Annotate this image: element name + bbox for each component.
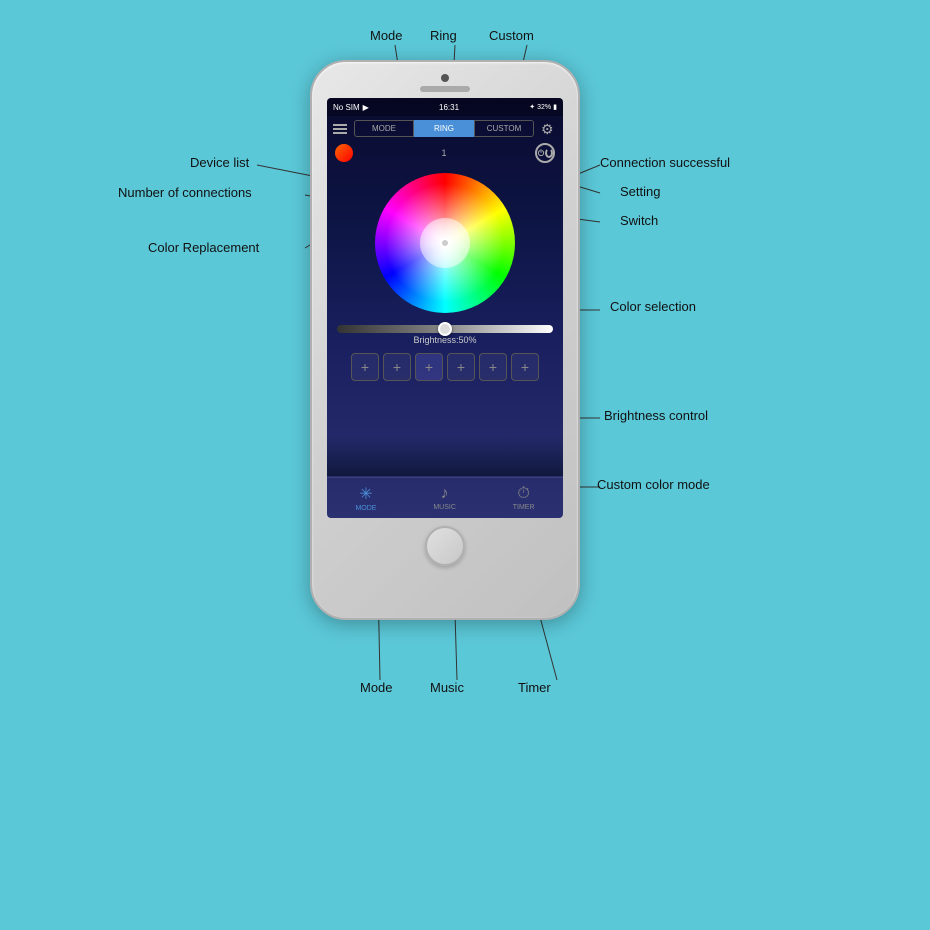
label-mode-bottom: Mode	[360, 680, 393, 695]
gear-icon[interactable]: ⚙	[541, 121, 557, 137]
tab-custom[interactable]: CUSTOM	[474, 120, 534, 137]
status-right: ✦ 32% ▮	[529, 103, 557, 111]
bottom-nav-mode[interactable]: ✳ MODE	[355, 484, 376, 512]
custom-color-btn-3[interactable]: +	[415, 353, 443, 381]
color-wheel[interactable]	[375, 173, 515, 313]
timer-nav-label: TIMER	[513, 504, 535, 511]
music-nav-icon: ♪	[441, 485, 449, 503]
status-left: No SIM ▶	[333, 103, 369, 112]
bottom-nav-timer[interactable]: ⏱ TIMER	[513, 485, 535, 511]
color-row: 1	[327, 141, 563, 165]
music-nav-label: MUSIC	[433, 504, 456, 511]
battery-icon: ▮	[553, 103, 557, 111]
slider-thumb	[438, 322, 452, 336]
phone-top	[312, 62, 578, 98]
carrier: No SIM	[333, 103, 360, 112]
label-brightness-control: Brightness control	[604, 408, 708, 423]
mode-nav-label: MODE	[355, 505, 376, 512]
status-bar: No SIM ▶ 16:31 ✦ 32% ▮	[327, 98, 563, 116]
label-device-list: Device list	[190, 155, 249, 170]
label-custom-color-mode: Custom color mode	[597, 477, 710, 492]
label-ring: Ring	[430, 28, 457, 43]
phone-bottom	[425, 518, 465, 574]
time: 16:31	[439, 103, 459, 112]
bottom-nav: ✳ MODE ♪ MUSIC ⏱ TIMER	[327, 477, 563, 518]
bluetooth-icon: ✦	[529, 103, 535, 111]
tab-ring[interactable]: RING	[414, 120, 474, 137]
custom-color-btn-6[interactable]: +	[511, 353, 539, 381]
label-setting: Setting	[620, 184, 660, 199]
label-music-bottom: Music	[430, 680, 464, 695]
bottom-nav-music[interactable]: ♪ MUSIC	[433, 485, 456, 511]
tab-mode[interactable]: MODE	[354, 120, 414, 137]
front-camera	[441, 74, 449, 82]
label-timer-bottom: Timer	[518, 680, 551, 695]
custom-color-btn-4[interactable]: +	[447, 353, 475, 381]
phone-screen: No SIM ▶ 16:31 ✦ 32% ▮ MODE RING CU	[327, 98, 563, 518]
signal-icon: ▶	[363, 103, 369, 112]
color-wheel-container	[327, 165, 563, 321]
custom-color-btn-5[interactable]: +	[479, 353, 507, 381]
custom-colors: + + + + + +	[327, 349, 563, 385]
custom-color-btn-1[interactable]: +	[351, 353, 379, 381]
label-color-selection: Color selection	[610, 299, 696, 314]
timer-nav-icon: ⏱	[517, 485, 529, 503]
hamburger-menu[interactable]	[333, 124, 347, 134]
label-mode: Mode	[370, 28, 403, 43]
brightness-label: Brightness:50%	[337, 335, 553, 345]
battery: 32%	[537, 104, 551, 111]
label-connection-successful: Connection successful	[600, 155, 730, 170]
home-button[interactable]	[425, 526, 465, 566]
custom-color-btn-2[interactable]: +	[383, 353, 411, 381]
label-custom: Custom	[489, 28, 534, 43]
power-switch[interactable]	[535, 143, 555, 163]
mode-nav-icon: ✳	[359, 484, 372, 504]
brightness-section: Brightness:50%	[327, 321, 563, 349]
nav-tabs: MODE RING CUSTOM ⚙	[327, 116, 563, 141]
connection-count: 1	[441, 148, 446, 158]
phone-body: No SIM ▶ 16:31 ✦ 32% ▮ MODE RING CU	[310, 60, 580, 620]
speaker	[420, 86, 470, 92]
color-replacement-swatch[interactable]	[335, 144, 353, 162]
label-switch: Switch	[620, 213, 658, 228]
phone: No SIM ▶ 16:31 ✦ 32% ▮ MODE RING CU	[310, 60, 580, 620]
brightness-slider[interactable]	[337, 325, 553, 333]
wheel-center-dot	[440, 238, 450, 248]
label-number-connections: Number of connections	[118, 185, 252, 200]
tab-group: MODE RING CUSTOM	[354, 120, 534, 137]
label-color-replacement: Color Replacement	[148, 240, 259, 255]
